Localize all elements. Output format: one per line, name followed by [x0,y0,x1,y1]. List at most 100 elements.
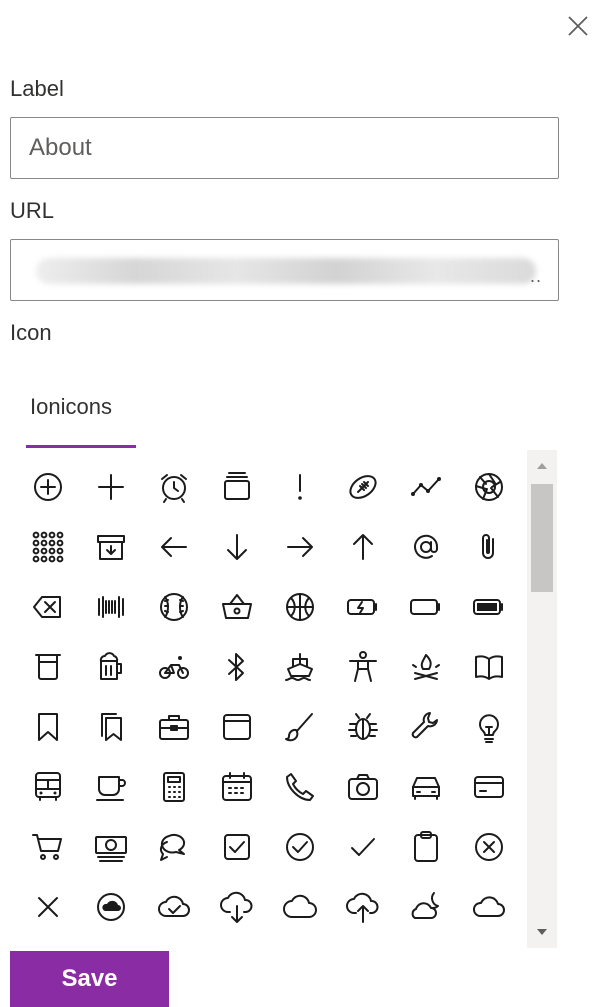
icon-option[interactable] [207,577,267,637]
scroll-down-button[interactable] [527,918,557,948]
close-icon [568,16,588,36]
cart-icon [32,834,62,860]
icon-option[interactable] [81,877,141,937]
icon-option[interactable] [18,757,78,817]
icon-option[interactable] [18,457,78,517]
checkmark-circle-icon [286,833,314,861]
body-icon [349,651,377,682]
icon-option[interactable] [459,817,519,877]
arrow-up-icon [353,534,373,560]
arrow-down-icon [227,534,247,560]
scroll-thumb[interactable] [531,484,553,592]
icon-option[interactable] [333,697,393,757]
icon-option[interactable] [459,457,519,517]
label-field[interactable] [10,117,559,179]
american-football-icon [349,475,377,499]
icon-option[interactable] [18,517,78,577]
icon-option[interactable] [459,877,519,937]
icon-option[interactable] [144,877,204,937]
icon-option[interactable] [81,817,141,877]
icon-option[interactable] [18,877,78,937]
icon-option[interactable] [396,577,456,637]
icon-option[interactable] [207,877,267,937]
icon-option[interactable] [396,877,456,937]
icon-option[interactable] [333,577,393,637]
icon-option[interactable] [459,757,519,817]
tab-ionicons[interactable]: Ionicons [26,382,136,448]
icon-option[interactable] [207,637,267,697]
icon-option[interactable] [81,517,141,577]
icon-option[interactable] [270,577,330,637]
save-button[interactable]: Save [10,951,169,1007]
icon-option[interactable] [81,757,141,817]
icon-option[interactable] [333,817,393,877]
icon-option[interactable] [333,517,393,577]
icon-option[interactable] [459,517,519,577]
icon-option[interactable] [81,577,141,637]
bug-icon [348,713,378,740]
url-truncation: .. [529,266,542,286]
icon-option[interactable] [270,757,330,817]
icon-option[interactable] [396,757,456,817]
tab-ionicons-label: Ionicons [30,394,112,419]
icon-option[interactable] [207,457,267,517]
cloud-upload-icon [346,892,379,923]
basketball-icon [286,593,314,621]
icon-option[interactable] [333,877,393,937]
icon-option[interactable] [81,637,141,697]
close-button[interactable] [564,12,592,40]
icon-option[interactable] [144,457,204,517]
icon-option[interactable] [18,637,78,697]
icon-option[interactable] [144,817,204,877]
icon-option[interactable] [270,517,330,577]
label-input[interactable] [11,118,558,178]
icon-option[interactable] [207,697,267,757]
battery-dead-icon [410,599,440,615]
icon-option[interactable] [396,457,456,517]
icon-option[interactable] [18,697,78,757]
calculator-icon [163,772,185,802]
backspace-icon [33,596,61,618]
url-field[interactable]: .. [10,239,559,301]
chatbubbles-icon [159,833,186,861]
caret-up-icon [537,463,547,469]
cloud-outline-icon [473,896,505,917]
icon-option[interactable] [18,577,78,637]
icon-option[interactable] [270,697,330,757]
icon-option[interactable] [207,757,267,817]
icon-option[interactable] [207,517,267,577]
icon-option[interactable] [144,577,204,637]
icon-option[interactable] [144,697,204,757]
icon-option[interactable] [396,517,456,577]
beer-icon [99,652,122,680]
cloudy-night-icon [411,892,439,919]
icon-option[interactable] [396,697,456,757]
scroll-up-button[interactable] [527,450,557,480]
cloud-done-icon [158,895,190,917]
icon-option[interactable] [270,457,330,517]
icon-option[interactable] [396,637,456,697]
url-redacted-text [36,258,536,284]
icon-option[interactable] [144,637,204,697]
alarm-icon [161,474,187,503]
icon-option[interactable] [144,757,204,817]
icon-option[interactable] [333,457,393,517]
icon-option[interactable] [144,517,204,577]
icon-option[interactable] [459,577,519,637]
icon-option[interactable] [333,637,393,697]
icon-option[interactable] [270,637,330,697]
icon-option[interactable] [396,817,456,877]
icon-option[interactable] [81,697,141,757]
bulb-icon [479,714,499,743]
icon-option[interactable] [18,817,78,877]
icon-option[interactable] [270,817,330,877]
icon-option[interactable] [270,877,330,937]
icon-option[interactable] [81,457,141,517]
icon-option[interactable] [207,817,267,877]
icon-option[interactable] [459,697,519,757]
bus-icon [35,772,61,801]
icon-option[interactable] [333,757,393,817]
car-icon [412,777,440,800]
icon-option[interactable] [459,637,519,697]
icon-grid-scrollbar[interactable] [527,450,557,948]
